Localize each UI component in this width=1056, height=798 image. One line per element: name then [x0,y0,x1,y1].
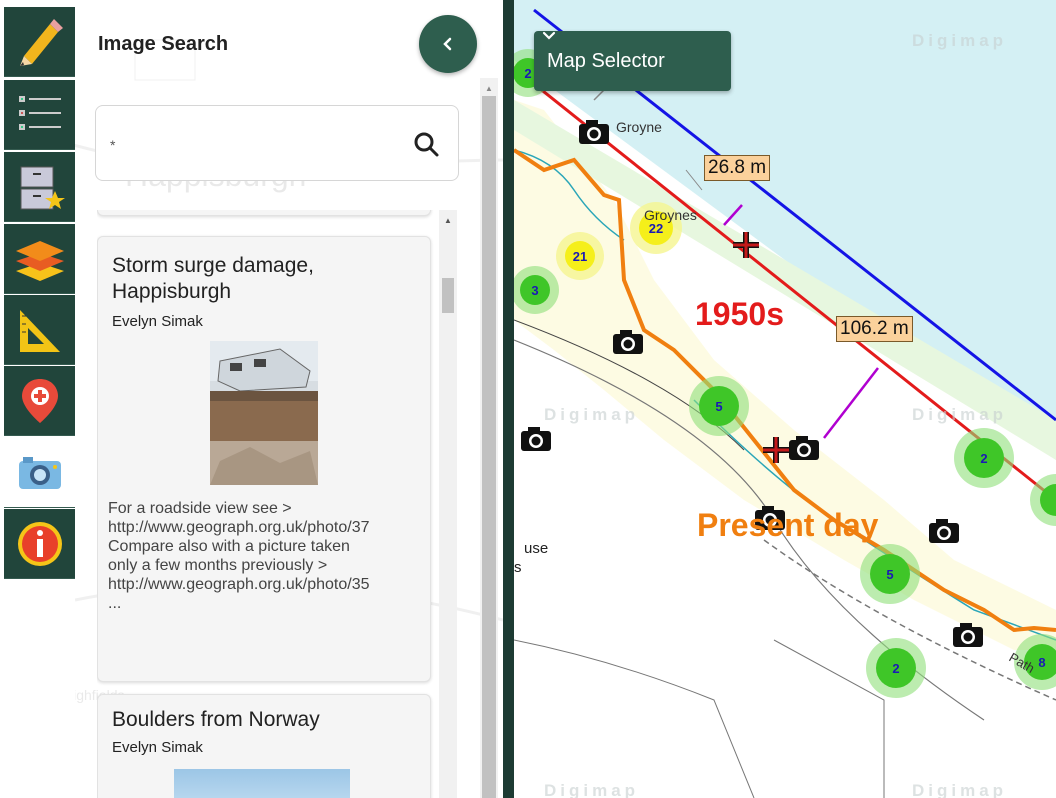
search-icon [414,132,439,157]
map-watermark: Digimap [544,405,639,424]
layers-icon [15,240,64,281]
info-button[interactable] [4,509,75,579]
map-selector-button[interactable]: Map Selector [534,31,731,91]
place-label: use [524,540,548,557]
draw-tool-button[interactable] [4,7,75,77]
map-watermark: Digimap [912,31,1007,50]
scroll-up-arrow-icon[interactable]: ▲ [485,84,493,93]
result-description: For a roadside view see > http://www.geo… [108,500,370,612]
era-label-1950s: 1950s [695,296,784,332]
image-search-button[interactable] [4,438,75,508]
saved-items-button[interactable] [4,152,75,222]
svg-text:2: 2 [524,66,531,81]
map-watermark: Digimap [544,781,639,798]
result-card[interactable]: Storm surge damage, Happisburgh Evelyn S… [97,236,431,682]
svg-text:5: 5 [886,567,893,582]
map-canvas[interactable]: 2 22 21 3 5 2 5 2 8 Groyne Groynes use s… [514,0,1056,798]
svg-text:8: 8 [1038,655,1045,670]
left-toolbar [0,0,75,798]
app-root: Happisburgh lighfields Image Search ▲ [0,0,1056,798]
cluster-marker[interactable]: 5 [860,544,920,604]
scroll-up-arrow-icon[interactable]: ▲ [444,216,452,225]
chevron-down-icon [542,31,556,40]
results-scrollbar-thumb[interactable] [442,278,454,313]
result-thumbnail[interactable] [174,769,350,798]
svg-text:2: 2 [892,661,899,676]
result-title[interactable]: Storm surge damage, Happisburgh [112,253,412,305]
svg-text:21: 21 [573,249,587,264]
layers-button[interactable] [4,224,75,294]
camera-icon [18,456,61,489]
svg-text:2: 2 [980,451,987,466]
map-watermark: Digimap [912,781,1007,798]
map-watermark: Digimap [912,405,1007,424]
measure-tool-button[interactable] [4,295,75,365]
cluster-marker[interactable]: 21 [556,232,604,280]
panel-title: Image Search [98,33,229,55]
marker-tool-button[interactable] [4,366,75,436]
result-card[interactable]: Boulders from Norway Evelyn Simak [97,694,431,798]
panel-scrollbar[interactable]: ▲ [480,78,498,798]
results-list: Storm surge damage, Happisburgh Evelyn S… [97,210,459,798]
place-label: s [514,559,522,576]
list-icon [18,95,61,130]
map-selector-label: Map Selector [547,49,665,72]
cluster-marker[interactable]: 2 [866,638,926,698]
legend-tool-button[interactable] [4,80,75,150]
chevron-left-icon [443,37,452,51]
info-icon [17,521,62,566]
result-author: Evelyn Simak [112,739,203,756]
result-card-previous[interactable] [97,210,431,216]
map-view[interactable]: 2 22 21 3 5 2 5 2 8 Groyne Groynes use s… [514,0,1056,798]
result-title[interactable]: Boulders from Norway [112,707,412,733]
pencil-icon [19,18,63,66]
panel-divider[interactable] [503,0,514,798]
measurement-label: 106.2 m [836,316,913,342]
search-input[interactable] [110,134,390,156]
measurement-label: 26.8 m [704,155,771,181]
svg-text:22: 22 [649,221,663,236]
saved-items-icon [20,166,65,209]
search-button[interactable] [412,130,440,158]
era-label-present-day: Present day [697,507,879,543]
map-pin-icon [21,378,58,423]
result-author: Evelyn Simak [112,313,203,330]
collapse-panel-button[interactable] [419,15,477,73]
results-scrollbar[interactable]: ▲ [439,210,457,798]
cluster-marker[interactable]: 2 [954,428,1014,488]
panel-scrollbar-thumb[interactable] [482,96,496,798]
svg-text:3: 3 [531,283,538,298]
result-thumbnail[interactable] [210,341,318,485]
search-field [95,105,459,181]
measure-icon [19,309,60,352]
cluster-marker[interactable]: 5 [689,376,749,436]
place-label: Groynes [644,207,697,223]
image-search-panel: Happisburgh lighfields Image Search ▲ [75,0,503,798]
place-label: Groyne [616,119,662,135]
svg-text:5: 5 [715,399,722,414]
